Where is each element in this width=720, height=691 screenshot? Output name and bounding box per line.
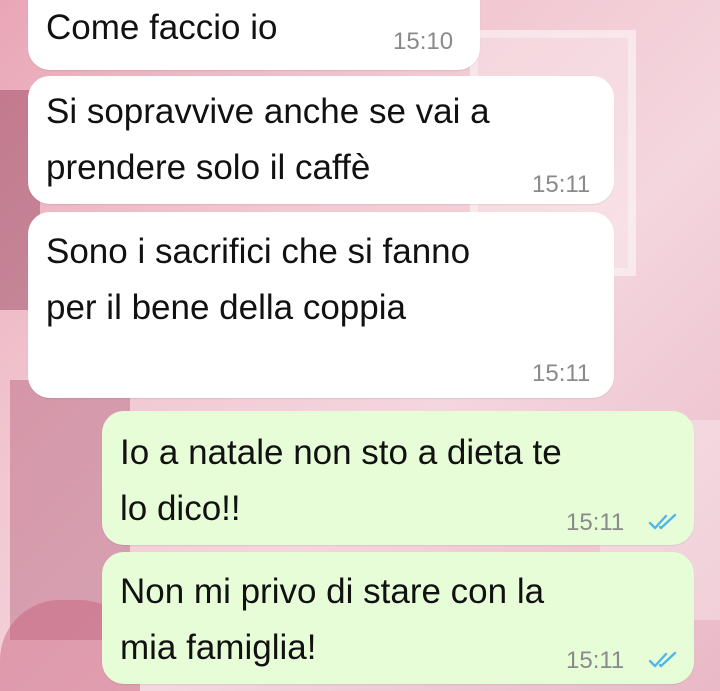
incoming-message[interactable]: Sono i sacrifici che si fanno per il ben… [28,212,614,398]
message-time: 15:11 [532,171,591,198]
message-time: 15:11 [532,360,591,387]
message-text: Non mi privo di stare con la mia famigli… [120,572,545,667]
message-time: 15:11 [566,509,625,536]
incoming-message[interactable]: Come faccio io 15:10 [28,0,480,70]
double-check-icon [648,651,677,668]
message-time: 15:11 [566,647,625,674]
incoming-message[interactable]: Si sopravvive anche se vai a prendere so… [28,76,614,204]
message-text: Si sopravvive anche se vai a prendere so… [46,92,490,187]
message-text: Io a natale non sto a dieta te lo dico!! [120,433,562,528]
message-text: Sono i sacrifici che si fanno per il ben… [46,232,471,327]
outgoing-message[interactable]: Non mi privo di stare con la mia famigli… [102,552,694,684]
double-check-icon [648,513,677,530]
message-text: Come faccio io [46,8,278,47]
outgoing-message[interactable]: Io a natale non sto a dieta te lo dico!!… [102,411,694,545]
message-time: 15:10 [393,28,454,55]
